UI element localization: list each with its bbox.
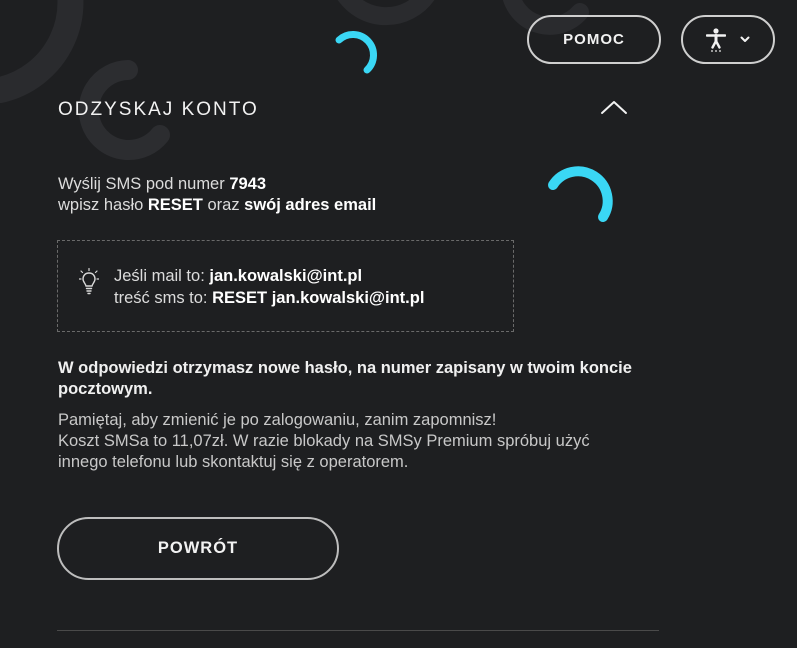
reminder-line: Koszt SMSa to 11,07zł. W razie blokady n… [58,432,590,450]
example-sms-value: RESET jan.kowalski@int.pl [212,289,425,307]
help-button[interactable]: POMOC [527,15,661,64]
back-button[interactable]: POWRÓT [57,517,339,580]
accessibility-icon [706,27,726,52]
example-box: Jeśli mail to: jan.kowalski@int.pl treść… [57,240,514,332]
reminder-note: Pamiętaj, aby zmienić je po zalogowaniu,… [58,410,668,473]
example-sms-line: treść sms to: RESET jan.kowalski@int.pl [114,287,424,309]
collapse-panel-button[interactable] [598,97,630,121]
help-button-label: POMOC [563,31,625,48]
reminder-line: Pamiętaj, aby zmienić je po zalogowaniu,… [58,411,497,429]
instruction-line-2: wpisz hasło RESET oraz swój adres email [58,195,376,216]
decor-ring-large [0,0,84,103]
chevron-up-icon [600,99,628,120]
lightbulb-icon [78,267,100,301]
sms-keyword: RESET [147,196,203,214]
instruction-line-1: Wyślij SMS pod numer 7943 [58,174,376,195]
panel-title: ODZYSKAJ KONTO [58,99,259,120]
recover-account-page: POMOC ODZYSKAJ KONTO Wyślij SMS pod nume… [0,0,797,648]
divider [57,630,659,631]
sms-number: 7943 [229,175,267,193]
example-mail-value: jan.kowalski@int.pl [209,267,363,285]
instruction-text: Wyślij SMS pod numer [58,175,230,193]
example-text: Jeśli mail to: jan.kowalski@int.pl treść… [114,265,424,309]
chevron-down-icon [740,36,750,43]
example-sms-label: treść sms to: [114,289,213,307]
sms-instructions: Wyślij SMS pod numer 7943 wpisz hasło RE… [58,174,376,216]
decor-ring-top-center [338,0,435,26]
instruction-text: oraz [202,196,245,214]
accent-ring-small [335,31,377,74]
accent-ring-large [548,166,613,222]
email-requirement: swój adres email [244,196,377,214]
example-mail-label: Jeśli mail to: [114,267,210,285]
example-mail-line: Jeśli mail to: jan.kowalski@int.pl [114,265,424,287]
accessibility-menu-button[interactable] [681,15,775,64]
reminder-line: innego telefonu lub skontaktuj się z ope… [58,453,409,471]
instruction-text: wpisz hasło [58,196,148,214]
back-button-label: POWRÓT [157,539,239,557]
response-note: W odpowiedzi otrzymasz nowe hasło, na nu… [58,359,632,398]
